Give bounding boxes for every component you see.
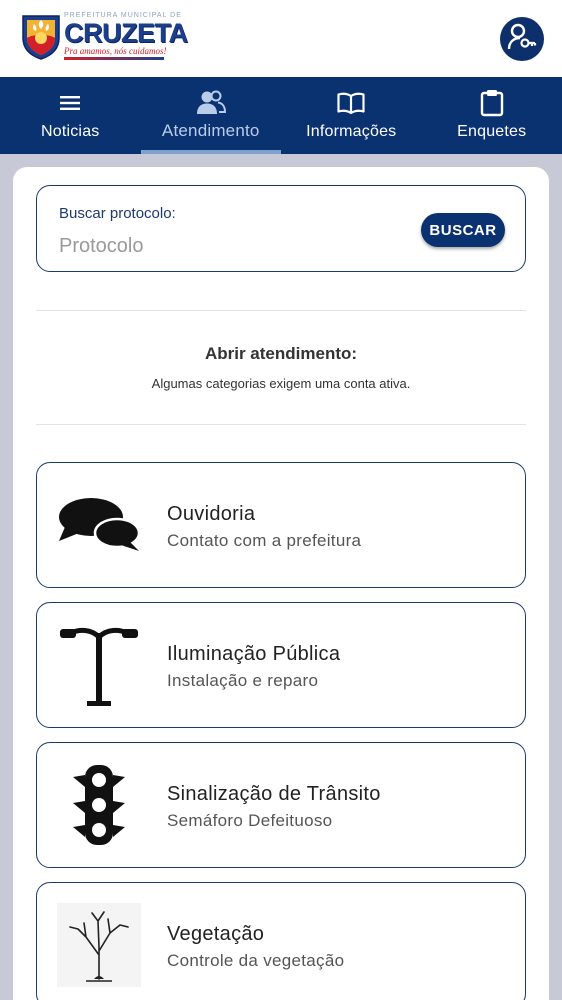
cruzeta-logo: PREFEITURA MUNICIPAL DE CRUZETA Pra amam…	[20, 10, 188, 62]
user-login-button[interactable]	[500, 17, 544, 61]
book-icon	[337, 89, 365, 117]
logo-name: CRUZETA	[64, 18, 188, 48]
category-vegetacao[interactable]: Vegetação Controle da vegetação	[36, 882, 526, 1000]
logo-underline	[64, 57, 164, 60]
protocol-input[interactable]	[59, 232, 359, 260]
category-title: Iluminação Pública	[167, 643, 341, 665]
search-label: Buscar protocolo:	[59, 205, 176, 222]
main-nav: Noticias Atendimento Informações Enquete…	[0, 77, 562, 154]
protocol-search-box: Buscar protocolo: BUSCAR	[36, 185, 526, 272]
tree-icon	[57, 903, 141, 987]
street-lamp-icon	[57, 623, 141, 707]
category-title: Sinalização de Trânsito	[167, 783, 381, 805]
traffic-light-icon	[57, 763, 141, 847]
tab-atendimento[interactable]: Atendimento	[140, 77, 282, 154]
tab-noticias[interactable]: Noticias	[0, 77, 141, 154]
category-subtitle: Semáforo Defeituoso	[167, 811, 333, 830]
category-iluminacao[interactable]: Iluminação Pública Instalação e reparo	[36, 602, 526, 728]
buscar-button[interactable]: BUSCAR	[421, 213, 505, 247]
speech-bubbles-icon	[57, 483, 141, 567]
tab-enquetes[interactable]: Enquetes	[422, 77, 562, 154]
category-sinalizacao[interactable]: Sinalização de Trânsito Semáforo Defeitu…	[36, 742, 526, 868]
tab-label: Informações	[306, 123, 397, 140]
divider	[36, 424, 526, 425]
shield-icon	[20, 12, 62, 60]
category-ouvidoria[interactable]: Ouvidoria Contato com a prefeitura	[36, 462, 526, 588]
people-icon	[196, 89, 226, 117]
category-subtitle: Contato com a prefeitura	[167, 531, 362, 550]
tab-label: Atendimento	[161, 121, 260, 140]
tab-label: Enquetes	[457, 123, 527, 140]
category-title: Ouvidoria	[167, 503, 256, 525]
logo-slogan: Pra amamos, nós cuidamos!	[64, 46, 167, 56]
list-icon	[59, 89, 81, 117]
user-key-icon	[507, 22, 537, 57]
tab-informacoes[interactable]: Informações	[281, 77, 422, 154]
category-title: Vegetação	[167, 923, 265, 945]
category-subtitle: Instalação e reparo	[167, 671, 319, 690]
atendimento-card: Buscar protocolo: BUSCAR Abrir atendimen…	[13, 167, 549, 1000]
category-subtitle: Controle da vegetação	[167, 951, 345, 970]
divider	[36, 310, 526, 311]
section-title: Abrir atendimento:	[204, 344, 358, 363]
tab-label: Noticias	[40, 123, 100, 140]
clipboard-icon	[480, 89, 504, 117]
app-header: PREFEITURA MUNICIPAL DE CRUZETA Pra amam…	[0, 0, 562, 77]
section-subtitle: Algumas categorias exigem uma conta ativ…	[151, 376, 411, 391]
